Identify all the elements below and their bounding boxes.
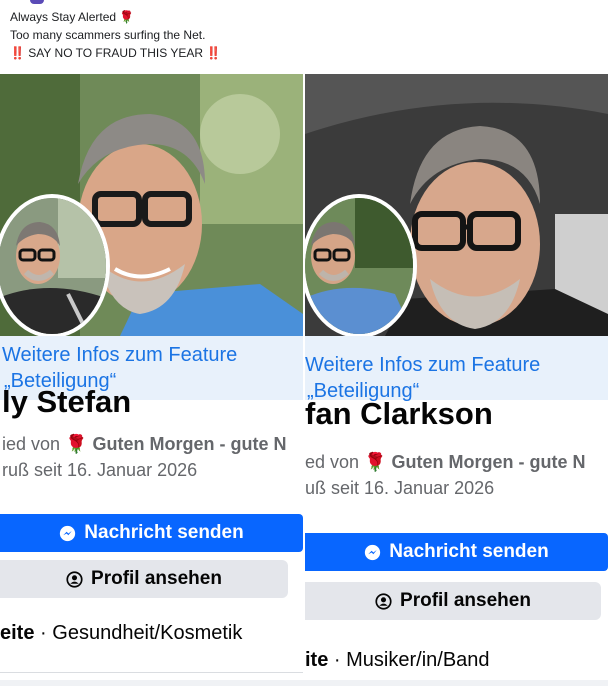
since-date-line: ruß seit 16. Januar 2026 xyxy=(2,460,198,480)
profile-avatar[interactable] xyxy=(305,194,417,338)
alert-emoji: ‼️ xyxy=(206,46,222,60)
view-profile-button[interactable]: Profil ansehen xyxy=(0,560,288,598)
caption-line-1: Always Stay Alerted 🌹 xyxy=(10,8,221,26)
profile-icon xyxy=(66,570,83,588)
rose-icon: 🌹 xyxy=(65,434,88,454)
page-category: ite · Musiker/in/Band xyxy=(305,649,490,672)
managed-by-prefix: ed von xyxy=(305,452,360,472)
managed-by-line: ied von 🌹 Guten Morgen - gute N xyxy=(2,434,286,455)
send-message-label: Nachricht senden xyxy=(389,541,549,562)
messenger-icon xyxy=(60,525,76,541)
managing-page-link[interactable]: Guten Morgen - gute N xyxy=(93,434,287,454)
send-message-button[interactable]: Nachricht senden xyxy=(0,514,303,552)
profile-name: ly Stefan xyxy=(2,384,132,419)
banner-line-1[interactable]: Weitere Infos zum Feature xyxy=(2,344,237,366)
caption-line-1-text: Always Stay Alerted xyxy=(10,10,117,24)
caption-line-2: Too many scammers surfing the Net. xyxy=(10,28,206,42)
page-category: eite · Gesundheit/Kosmetik xyxy=(0,622,242,645)
post-caption: Always Stay Alerted 🌹 Too many scammers … xyxy=(10,8,221,62)
since-date-line: uß seit 16. Januar 2026 xyxy=(305,478,495,498)
send-message-button[interactable]: Nachricht senden xyxy=(305,533,608,571)
profile-icon xyxy=(375,592,392,610)
caption-line-3-text: SAY NO TO FRAUD THIS YEAR xyxy=(28,46,204,60)
avatar-image xyxy=(305,198,413,334)
panel-divider xyxy=(0,672,303,673)
view-profile-label: Profil ansehen xyxy=(91,568,222,589)
view-profile-label: Profil ansehen xyxy=(400,590,531,611)
category-prefix: ite xyxy=(305,649,329,671)
avatar-image xyxy=(0,198,106,334)
profile-screenshot-right: Weitere Infos zum Feature „Beteiligung“ … xyxy=(305,74,608,686)
profile-name: fan Clarkson xyxy=(305,396,493,431)
profile-screenshot-left: Weitere Infos zum Feature „Beteiligung“ … xyxy=(0,74,303,686)
managing-page-link[interactable]: Guten Morgen - gute N xyxy=(392,452,586,472)
managed-by-line: ed von 🌹 Guten Morgen - gute N xyxy=(305,452,585,473)
category-value: Gesundheit/Kosmetik xyxy=(52,622,243,644)
rose-emoji: 🌹 xyxy=(119,10,135,24)
view-profile-button[interactable]: Profil ansehen xyxy=(305,582,601,620)
managed-by-prefix: ied von xyxy=(2,434,61,454)
send-message-label: Nachricht senden xyxy=(84,522,244,543)
category-value: Musiker/in/Band xyxy=(346,649,490,671)
category-separator: · xyxy=(40,622,47,644)
alert-emoji: ‼️ xyxy=(10,46,25,60)
caption-line-3: ‼️ SAY NO TO FRAUD THIS YEAR ‼️ xyxy=(10,44,221,62)
bottom-divider xyxy=(0,680,608,686)
rose-icon: 🌹 xyxy=(364,452,387,472)
messenger-icon xyxy=(365,544,381,560)
avatar-sliver xyxy=(30,0,44,4)
banner-line-1[interactable]: Weitere Infos zum Feature xyxy=(305,354,540,376)
category-separator: · xyxy=(333,649,341,671)
category-prefix: eite xyxy=(0,622,35,644)
